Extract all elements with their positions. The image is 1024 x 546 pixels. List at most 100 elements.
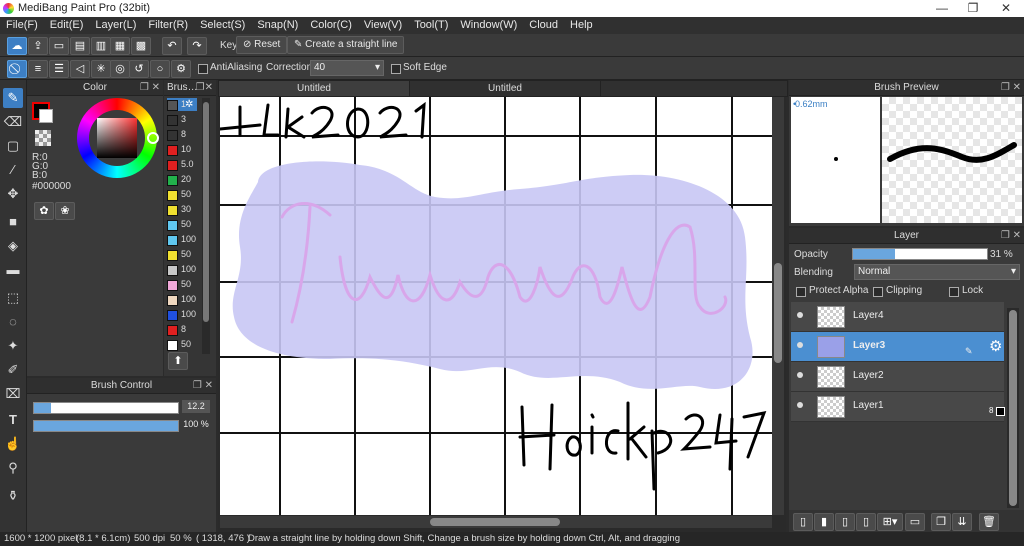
eye-icon[interactable] [797,372,803,378]
brush-size-item[interactable]: 50 [167,188,197,201]
lasso-tool-icon[interactable]: ◌ [3,312,23,332]
brush-size-item[interactable]: 10 [167,143,197,156]
line-tool-icon[interactable]: ⁄ [3,160,23,180]
canvas-vertical-scrollbar[interactable] [772,97,784,515]
menu-help[interactable]: Help [564,17,599,34]
cloud-icon[interactable]: ☁ [7,37,27,55]
panel-close-icon[interactable]: ❐ ✕ [193,378,213,393]
background-color-swatch[interactable] [39,109,53,123]
shape-tool-icon[interactable]: ▢ [3,136,23,156]
radial-icon[interactable]: ✳ [91,60,111,78]
drawing-canvas[interactable] [220,97,772,515]
move-tool-icon[interactable]: ✥ [3,184,23,204]
brush-size-item[interactable]: 20 [167,173,197,186]
brush-size-value[interactable]: 12.2 [182,400,210,413]
brush-size-item[interactable]: 50 [167,248,197,261]
hue-handle[interactable] [147,132,159,144]
menu-file[interactable]: File(F) [0,17,44,34]
minimize-button[interactable]: — [926,0,958,17]
create-straight-line-button[interactable]: ✎ Create a straight line [287,36,405,54]
blending-select[interactable]: Normal ▾ [854,264,1020,280]
fill-rect-tool-icon[interactable]: ■ [3,212,23,232]
menu-edit[interactable]: Edit(E) [44,17,90,34]
correction-select[interactable]: 40 ▾ [310,60,384,76]
antialiasing-checkbox[interactable] [198,64,208,74]
brush-size-item[interactable]: 30 [167,203,197,216]
select-pen-tool-icon[interactable]: ✐ [3,360,23,380]
panel-close-icon[interactable]: ❐ ✕ [140,80,160,95]
brush-size-item[interactable]: 8 [167,323,197,336]
merge-layer-icon[interactable]: ⇊ [952,513,972,531]
brush-list-scrollbar[interactable] [202,98,210,354]
dropper-tool-icon[interactable]: ⚱ [3,486,23,506]
brush-size-item[interactable]: 50 [167,338,197,351]
gear-icon[interactable]: ⚙ [171,60,191,78]
clipping-checkbox[interactable] [873,287,883,297]
select-rect-tool-icon[interactable]: ⬚ [3,288,23,308]
hatch-icon[interactable]: ≡ [28,60,48,78]
gear-icon[interactable]: ✲ [185,98,193,111]
brush-add-icon[interactable]: ⬆ [168,352,188,370]
gradient-tool-icon[interactable]: ▬ [3,260,23,280]
hue-wheel[interactable] [77,98,159,178]
brush-size-slider[interactable] [33,402,179,414]
transparent-swatch[interactable] [35,130,51,146]
new-8bit-layer-icon[interactable]: ▯ [835,513,855,531]
brush-size-item[interactable]: 8 [167,128,197,141]
new-layer-icon[interactable]: ▯ [793,513,813,531]
converge-icon[interactable]: ◁ [70,60,90,78]
hand-tool-icon[interactable]: ☝ [3,434,23,454]
menu-select[interactable]: Select(S) [194,17,251,34]
gear-icon[interactable]: ⚙ [989,337,1002,355]
close-button[interactable]: ✕ [990,0,1022,17]
panel-close-icon[interactable]: ❐ ✕ [1001,80,1021,95]
maximize-button[interactable]: ❐ [957,0,989,17]
panel-close-icon[interactable]: ❐✕ [196,80,213,95]
menu-cloud[interactable]: Cloud [523,17,564,34]
new-1bit-layer-icon[interactable]: ▯ [856,513,876,531]
layer-list-scrollbar[interactable] [1007,308,1019,508]
brush-size-item[interactable]: 100 [167,233,197,246]
brush-size-item[interactable]: 100 [167,308,197,321]
upload-icon[interactable]: ⇪ [28,37,48,55]
layer-row-layer4[interactable]: Layer4 [791,302,1004,332]
add-layer-dropdown-icon[interactable]: ⊞▾ [877,513,903,531]
layer-row-layer3[interactable]: Layer3 ✎ ⚙ [791,332,1004,362]
layer-row-layer2[interactable]: Layer2 [791,362,1004,392]
eraser-tool-icon[interactable]: ⌫ [3,112,23,132]
document-icon[interactable]: ▥ [91,37,111,55]
menu-window[interactable]: Window(W) [454,17,523,34]
saturation-value-square[interactable] [97,118,137,158]
circle-icon[interactable]: ○ [150,60,170,78]
brush-opacity-slider[interactable] [33,420,179,432]
palette-icon[interactable]: ✿ [34,202,54,220]
brush-size-item[interactable]: 50 [167,278,197,291]
eye-icon[interactable] [797,402,803,408]
brush-size-item[interactable]: 50 [167,218,197,231]
brush-mode-icon[interactable]: ⃠ [7,60,27,78]
soft-edge-checkbox[interactable] [391,64,401,74]
menu-tool[interactable]: Tool(T) [408,17,454,34]
brush-size-item[interactable]: 1 ✲ [167,98,197,111]
canvas-horizontal-scrollbar[interactable] [220,516,772,528]
protect-alpha-checkbox[interactable] [796,287,806,297]
new-halftone-layer-icon[interactable]: ▮ [814,513,834,531]
tab-untitled-2[interactable]: Untitled [409,80,601,97]
eye-icon[interactable] [797,342,803,348]
curve-icon[interactable]: ↺ [129,60,149,78]
undo-icon[interactable]: ↶ [162,37,182,55]
brush-size-item[interactable]: 3 [167,113,197,126]
eye-icon[interactable] [797,312,803,318]
folder-icon[interactable]: ▭ [905,513,925,531]
reset-button[interactable]: ⊘ Reset [236,36,288,54]
panel-close-icon[interactable]: ❐ ✕ [1001,228,1021,243]
bucket-tool-icon[interactable]: ◈ [3,236,23,256]
tab-untitled-1[interactable]: Untitled [218,80,410,97]
menu-snap[interactable]: Snap(N) [251,17,304,34]
menu-color[interactable]: Color(C) [304,17,358,34]
concentric-icon[interactable]: ◎ [110,60,130,78]
layer-opacity-slider[interactable] [852,248,988,260]
brush-size-item[interactable]: 100 [167,293,197,306]
menu-view[interactable]: View(V) [358,17,408,34]
text-tool-icon[interactable]: T [3,410,23,430]
